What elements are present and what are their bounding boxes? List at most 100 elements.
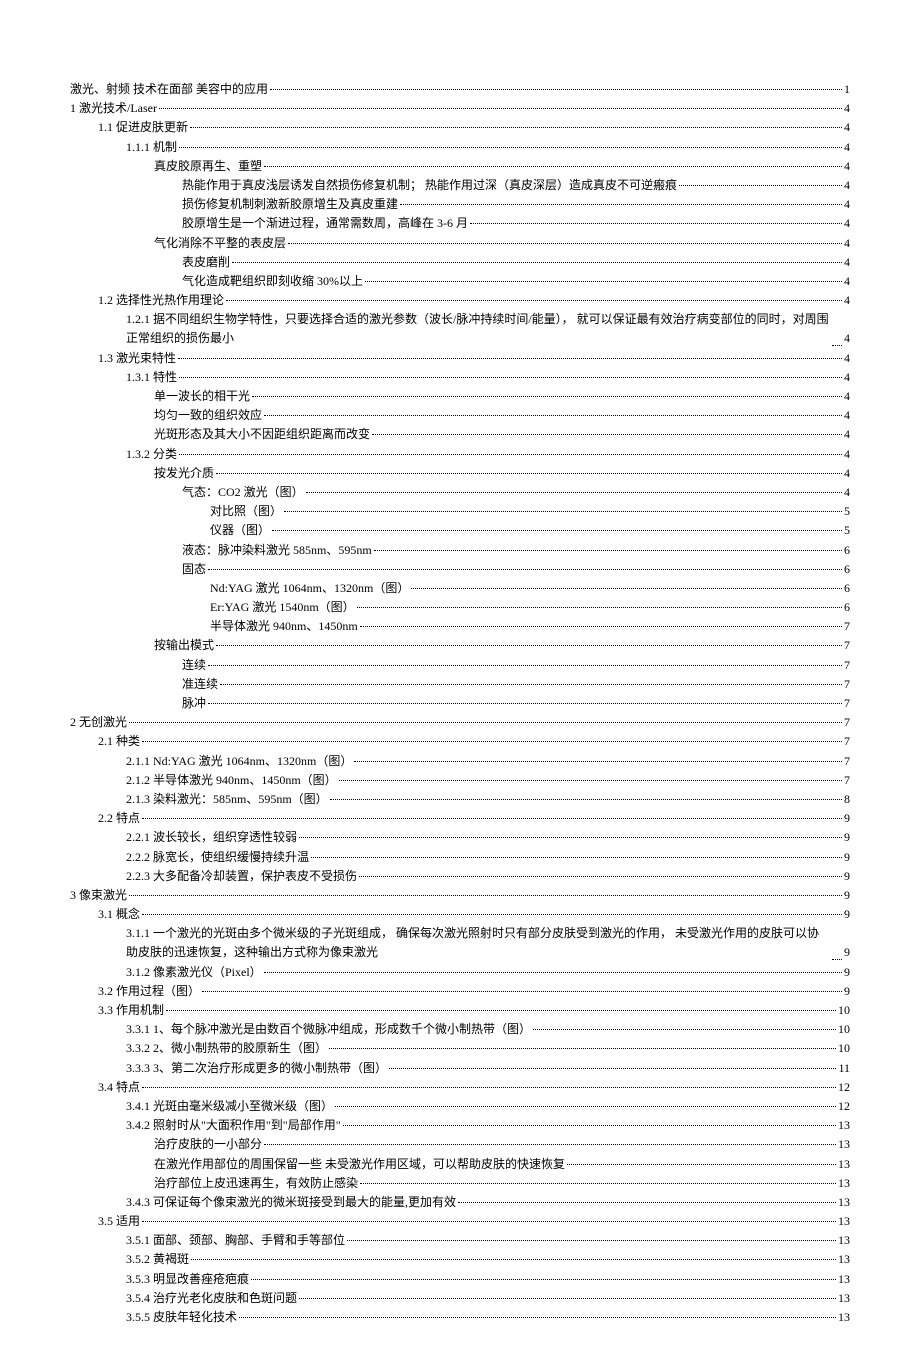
toc-leader [347,1240,836,1241]
toc-entry: 2.2.2 脉宽长，使组织缓慢持续升温9 [70,848,850,867]
toc-text: 1.3.2 分类 [126,445,177,464]
toc-text: 1.3.1 特性 [126,368,177,387]
toc-page: 8 [844,790,850,809]
toc-text: 胶原增生是一个渐进过程，通常需数周，高峰在 3-6 月 [182,214,468,233]
toc-text: 3 像束激光 [70,886,127,905]
toc-entry: 2.2.3 大多配备冷却装置，保护表皮不受损伤9 [70,867,850,886]
toc-entry: 1 激光技术/Laser4 [70,99,850,118]
toc-leader [365,281,842,282]
toc-leader [832,959,842,960]
toc-page: 4 [844,157,850,176]
toc-page: 4 [844,118,850,137]
toc-leader [470,223,842,224]
toc-text: 均匀一致的组织效应 [154,406,262,425]
toc-entry: 治疗部位上皮迅速再生，有效防止感染13 [70,1174,850,1193]
toc-page: 9 [844,963,850,982]
toc-text: 仪器（图） [210,521,270,540]
toc-text: 光斑形态及其大小不因距组织距离而改变 [154,425,370,444]
toc-leader [232,262,842,263]
toc-entry: 1.2.1 据不同组织生物学特性，只要选择合适的激光参数（波长/脉冲持续时间/能… [70,310,850,348]
toc-entry: 3.5.1 面部、颈部、胸部、手臂和手等部位13 [70,1231,850,1250]
toc-leader [567,1164,836,1165]
toc-leader [284,511,842,512]
toc-entry: 固态6 [70,560,850,579]
toc-text: 3.4.3 可保证每个像束激光的微米斑接受到最大的能量,更加有效 [126,1193,456,1212]
toc-leader [357,607,842,608]
toc-leader [400,204,842,205]
toc-page: 4 [844,445,850,464]
toc-page: 9 [844,848,850,867]
toc-text: 2.1 种类 [98,732,140,751]
toc-entry: 气态：CO2 激光（图） 4 [70,483,850,502]
toc-entry: 2.2 特点9 [70,809,850,828]
toc-page: 4 [844,291,850,310]
toc-text: 3.1 概念 [98,905,140,924]
toc-leader [288,243,842,244]
toc-page: 6 [844,579,850,598]
toc-entry: 3.4.1 光斑由毫米级减小至微米级（图）12 [70,1097,850,1116]
toc-leader [129,895,842,896]
toc-entry: 2.1.1 Nd:YAG 激光 1064nm、1320nm（图）7 [70,752,850,771]
toc-text: 治疗皮肤的一小部分 [154,1135,262,1154]
toc-entry: 3.5.4 治疗光老化皮肤和色斑问题13 [70,1289,850,1308]
toc-text: 气化消除不平整的表皮层 [154,234,286,253]
toc-leader [251,1279,836,1280]
toc-text: 2.2.3 大多配备冷却装置，保护表皮不受损伤 [126,867,357,886]
toc-entry: 3.5.5 皮肤年轻化技术13 [70,1308,850,1327]
toc-entry: 1.1 促进皮肤更新4 [70,118,850,137]
toc-leader [360,626,842,627]
toc-page: 7 [844,675,850,694]
toc-page: 13 [838,1155,850,1174]
toc-text: 1.2.1 据不同组织生物学特性，只要选择合适的激光参数（波长/脉冲持续时间/能… [126,310,830,348]
toc-page: 13 [838,1231,850,1250]
toc-entry: 均匀一致的组织效应4 [70,406,850,425]
toc-entry: 3 像束激光9 [70,886,850,905]
toc-text: 真皮胶原再生、重塑 [154,157,262,176]
toc-text: 3.2 作用过程（图） [98,982,200,1001]
toc-text: 气化造成靶组织即刻收缩 30%以上 [182,272,363,291]
toc-leader [190,127,842,128]
toc-entry: 1.3 激光束特性4 [70,349,850,368]
toc-entry: 按输出模式7 [70,636,850,655]
toc-leader [270,89,842,90]
toc-leader [179,147,842,148]
toc-entry: 3.4 特点12 [70,1078,850,1097]
toc-page: 6 [844,541,850,560]
toc-page: 9 [844,982,850,1001]
toc-entry: 2 无创激光7 [70,713,850,732]
toc-entry: 3.3.2 2、微小制热带的胶原新生（图）10 [70,1039,850,1058]
toc-text: 3.4 特点 [98,1078,140,1097]
toc-text: 3.5.4 治疗光老化皮肤和色斑问题 [126,1289,297,1308]
toc-page: 7 [844,713,850,732]
toc-text: 3.4.1 光斑由毫米级减小至微米级（图） [126,1097,333,1116]
toc-entry: 3.3.3 3、第二次治疗形成更多的微小制热带（图）11 [70,1059,850,1078]
toc-text: 气态：CO2 激光（图） [182,483,304,502]
toc-page: 4 [844,483,850,502]
toc-leader [239,1317,836,1318]
toc-page: 10 [838,1001,850,1020]
toc-leader [354,761,842,762]
toc-page: 4 [844,99,850,118]
toc-page: 7 [844,771,850,790]
toc-leader [129,722,842,723]
toc-entry: 单一波长的相干光4 [70,387,850,406]
toc-page: 9 [844,828,850,847]
toc-text: 激光、射频 技术在面部 美容中的应用 [70,80,268,99]
toc-text: 3.5.5 皮肤年轻化技术 [126,1308,237,1327]
toc-text: 3.1.2 像素激光仪（Pixel） [126,963,262,982]
toc-page: 7 [844,694,850,713]
toc-leader [208,703,842,704]
toc-entry: 3.2 作用过程（图） 9 [70,982,850,1001]
toc-text: 2.2 特点 [98,809,140,828]
toc-leader [264,166,842,167]
toc-leader [142,818,842,819]
toc-page: 5 [844,521,850,540]
toc-leader [220,684,842,685]
toc-page: 7 [844,617,850,636]
toc-leader [216,473,842,474]
toc-text: 固态 [182,560,206,579]
toc-leader [208,665,842,666]
toc-text: 1.1.1 机制 [126,138,177,157]
toc-entry: 热能作用于真皮浅层诱发自然损伤修复机制； 热能作用过深（真皮深层）造成真皮不可逆… [70,176,850,195]
toc-entry: 激光、射频 技术在面部 美容中的应用1 [70,80,850,99]
